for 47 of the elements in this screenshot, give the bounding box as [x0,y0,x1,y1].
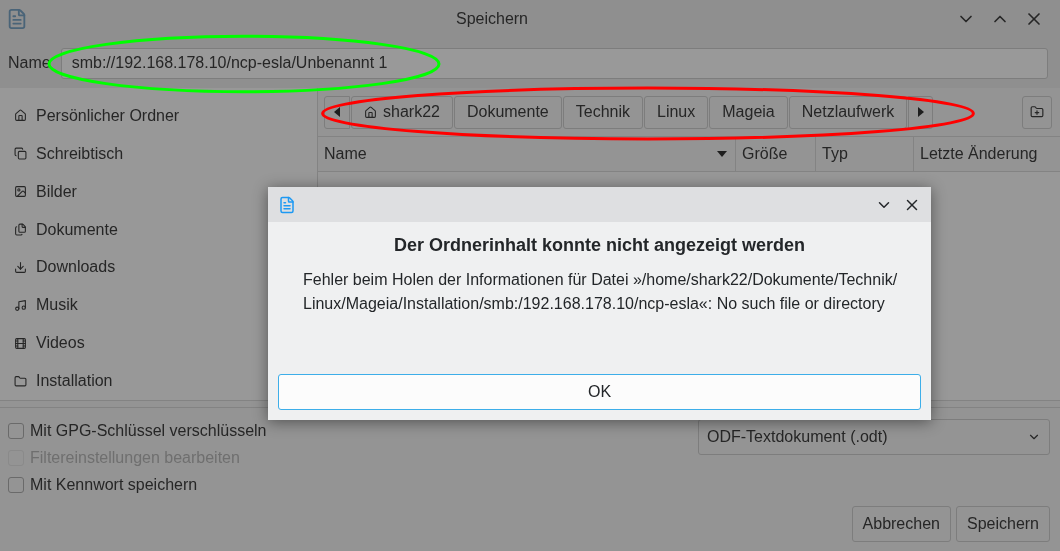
music-note-icon [14,298,27,312]
sidebar-item[interactable]: Musik [36,293,78,318]
ok-button[interactable]: OK [278,374,921,410]
path-button[interactable]: Linux [644,95,709,129]
sidebar-item[interactable]: Schreibtisch [36,141,124,166]
folder-icon [14,374,27,388]
window-title: Speichern [454,9,529,29]
checkbox[interactable] [8,423,24,439]
column-header[interactable]: Größe [735,137,815,171]
path-button[interactable]: Dokumente [453,95,562,129]
new-folder-button[interactable] [1022,95,1052,129]
checkbox[interactable] [8,477,24,493]
scroll-left-button[interactable] [324,95,350,129]
sort-down-icon [717,151,727,157]
dialog-message: Fehler beim Holen der Informationen für Datei »/home/shark22/Dokumente/Technik/Linux/Mageia/Installation/smb:/192.168.178.10/ncp-esla«: No such file or directory [303,270,899,314]
sidebar-item[interactable]: Dokumente [36,217,118,242]
column-header[interactable]: Letzte Änderung [913,137,1060,171]
sidebar-item[interactable]: Persönlicher Ordner [36,103,180,128]
dialog-button[interactable]: Speichern [955,506,1050,542]
left-triangle-icon [334,107,340,117]
sidebar-item[interactable]: Videos [36,331,85,356]
dialog-button[interactable]: Abbrechen [851,506,951,542]
column-header[interactable]: Name [318,137,735,171]
checkbox-label: Mit Kennwort speichern [30,475,198,495]
path-button[interactable]: Netzlaufwerk [788,95,908,129]
sidebar-item[interactable]: Installation [36,369,113,394]
pages-icon [14,223,27,237]
path-button[interactable]: shark22 [351,95,453,129]
document-icon [6,6,28,32]
path-button[interactable]: Technik [562,95,643,129]
download-icon [14,260,27,274]
sidebar-item[interactable]: Bilder [36,179,77,204]
right-triangle-icon [917,107,924,117]
column-header[interactable]: Typ [815,137,913,171]
path-button[interactable]: Mageia [709,95,788,129]
name-field[interactable]: smb://192.168.178.10/ncp-esla/Unbenannt 1 [60,47,1048,79]
checkbox-label: Mit GPG-Schlüssel verschlüsseln [30,421,267,441]
sidebar-item[interactable]: Downloads [36,255,116,280]
picture-icon [14,185,27,199]
home-icon [364,105,377,119]
name-label: Name [8,53,51,73]
pages-icon [14,147,27,161]
scroll-right-button[interactable] [908,95,934,129]
folder-plus-icon [1030,105,1044,119]
dialog-heading: Der Ordnerinhalt konnte nicht angezeigt werden [392,234,807,257]
film-icon [14,336,27,350]
home-icon [14,109,27,123]
